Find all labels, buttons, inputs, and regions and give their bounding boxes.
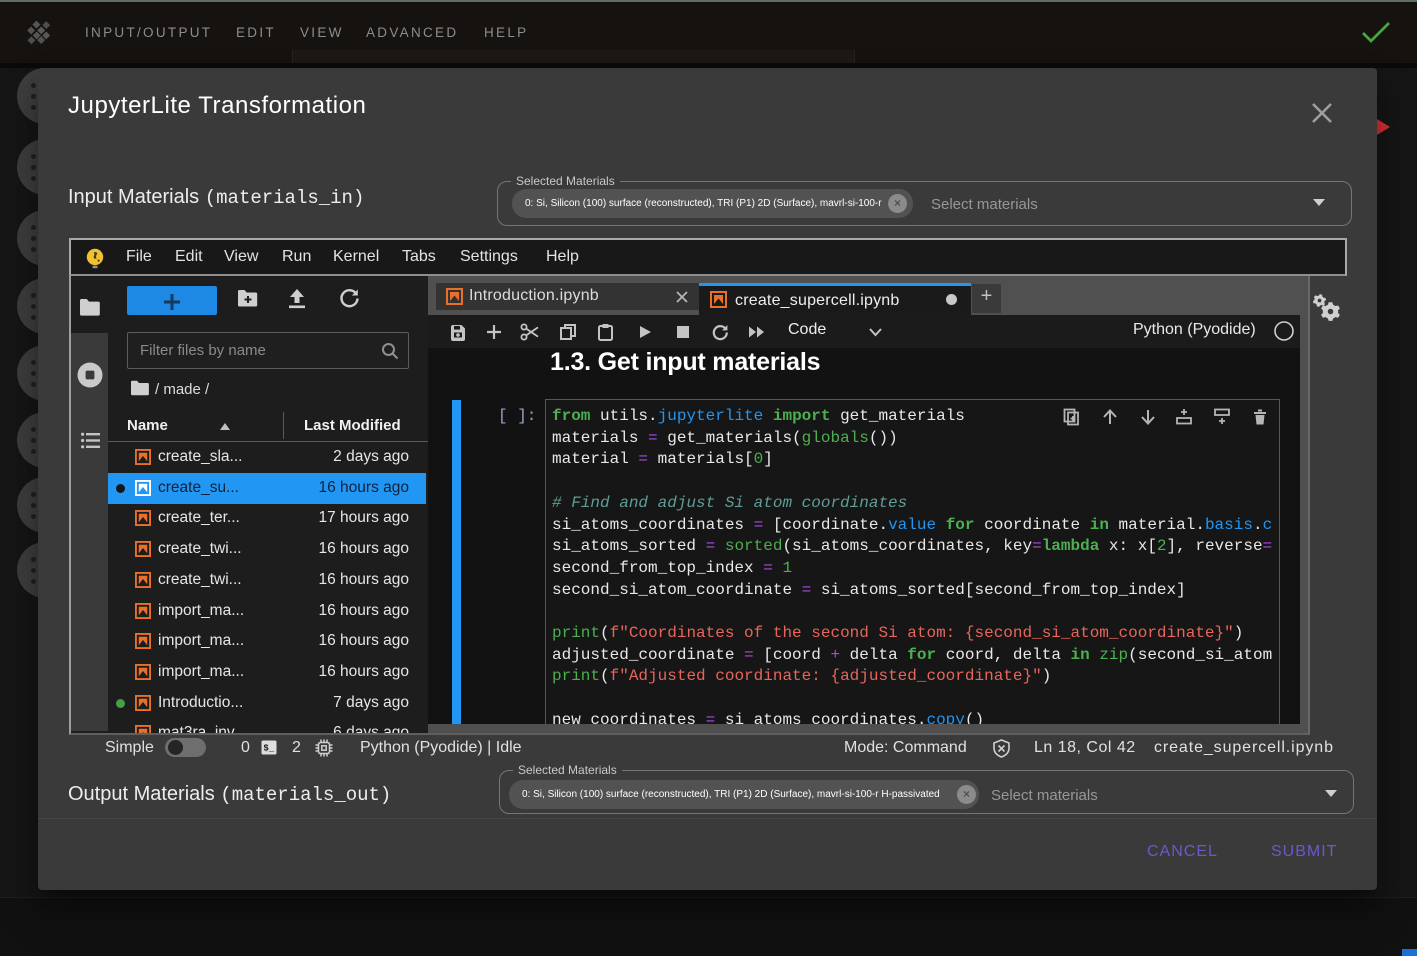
svg-text:$_: $_ [263,744,274,754]
